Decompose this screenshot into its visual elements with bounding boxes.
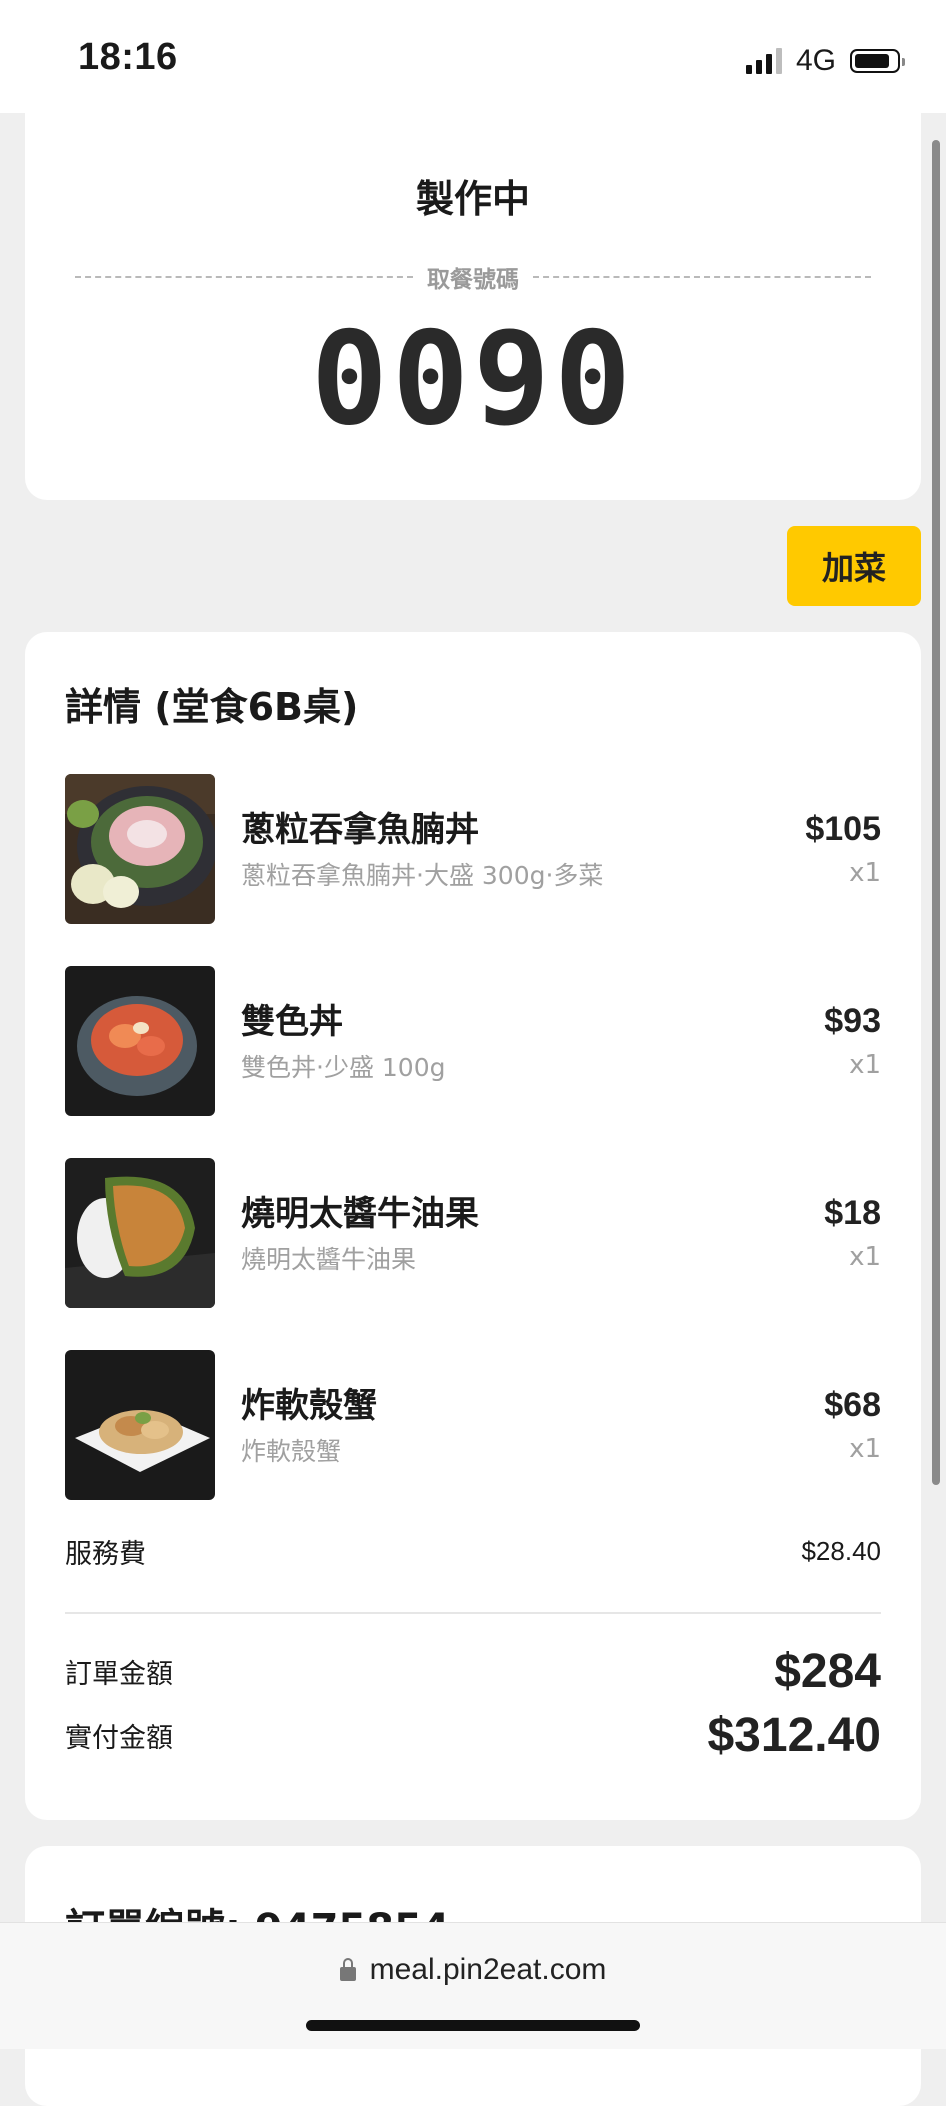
service-fee-row: 服務費 $28.40 [65, 1532, 881, 1571]
paid-amount-label: 實付金額 [65, 1723, 173, 1754]
service-fee-value: $28.40 [801, 1536, 881, 1566]
status-icons: 4G [745, 44, 905, 78]
food-thumbnail [65, 774, 215, 924]
list-item[interactable]: 炸軟殼蟹 炸軟殼蟹 $68 x1 [65, 1350, 881, 1500]
food-thumbnail [65, 1350, 215, 1500]
pickup-label-row: 取餐號碼 [75, 260, 871, 294]
list-item[interactable]: 蔥粒吞拿魚腩丼 蔥粒吞拿魚腩丼‧大盛 300g‧多菜 $105 x1 [65, 774, 881, 924]
pickup-number: 0090 [310, 305, 636, 454]
item-description: 燒明太醬牛油果 [241, 1245, 417, 1274]
order-amount-value: $284 [774, 1645, 881, 1698]
order-amount-row: 訂單金額 $284 [65, 1644, 881, 1699]
home-indicator[interactable] [306, 2020, 640, 2031]
item-quantity: x1 [849, 1434, 881, 1464]
divider [65, 1612, 881, 1614]
dashed-divider [533, 276, 871, 278]
item-price: $93 [824, 1002, 881, 1040]
order-amount-label: 訂單金額 [65, 1659, 173, 1690]
item-description: 炸軟殼蟹 [241, 1437, 342, 1466]
signal-icon [745, 48, 782, 74]
details-title: 詳情 (堂食6B桌) [65, 685, 359, 729]
item-name: 炸軟殼蟹 [241, 1386, 377, 1426]
pickup-label: 取餐號碼 [427, 267, 519, 293]
item-quantity: x1 [849, 1050, 881, 1080]
item-description: 蔥粒吞拿魚腩丼‧大盛 300g‧多菜 [241, 861, 604, 890]
item-quantity: x1 [849, 858, 881, 888]
status-time: 18:16 [78, 36, 178, 78]
add-dish-button[interactable]: 加菜 [787, 526, 921, 606]
lock-icon [339, 1958, 356, 1981]
list-item[interactable]: 燒明太醬牛油果 燒明太醬牛油果 $18 x1 [65, 1158, 881, 1308]
paid-amount-row: 實付金額 $312.40 [65, 1708, 881, 1763]
food-thumbnail [65, 966, 215, 1116]
network-type: 4G [795, 44, 836, 77]
item-name: 蔥粒吞拿魚腩丼 [241, 810, 479, 850]
dashed-divider [75, 276, 413, 278]
item-price: $18 [824, 1194, 881, 1232]
order-details-card: 詳情 (堂食6B桌) 蔥粒吞拿魚腩丼 蔥粒吞拿魚腩丼‧大盛 300g‧多菜 $1… [25, 632, 921, 1820]
food-thumbnail [65, 1158, 215, 1308]
battery-icon [850, 49, 905, 73]
url-text: meal.pin2eat.com [369, 1953, 607, 1986]
item-quantity: x1 [849, 1242, 881, 1272]
order-status-card: 製作中 取餐號碼 0090 [25, 110, 921, 500]
item-description: 雙色丼‧少盛 100g [241, 1053, 446, 1082]
status-bar: 18:16 4G [0, 0, 946, 113]
item-name: 雙色丼 [241, 1002, 343, 1042]
scrollbar[interactable] [932, 140, 940, 1485]
paid-amount-value: $312.40 [707, 1709, 881, 1762]
service-fee-label: 服務費 [65, 1539, 146, 1570]
item-name: 燒明太醬牛油果 [241, 1194, 479, 1234]
list-item[interactable]: 雙色丼 雙色丼‧少盛 100g $93 x1 [65, 966, 881, 1116]
order-status-title: 製作中 [415, 177, 530, 221]
item-price: $105 [805, 810, 881, 848]
browser-address-bar[interactable]: meal.pin2eat.com [0, 1922, 946, 2049]
url-display[interactable]: meal.pin2eat.com [0, 1953, 946, 1987]
item-price: $68 [824, 1386, 881, 1424]
